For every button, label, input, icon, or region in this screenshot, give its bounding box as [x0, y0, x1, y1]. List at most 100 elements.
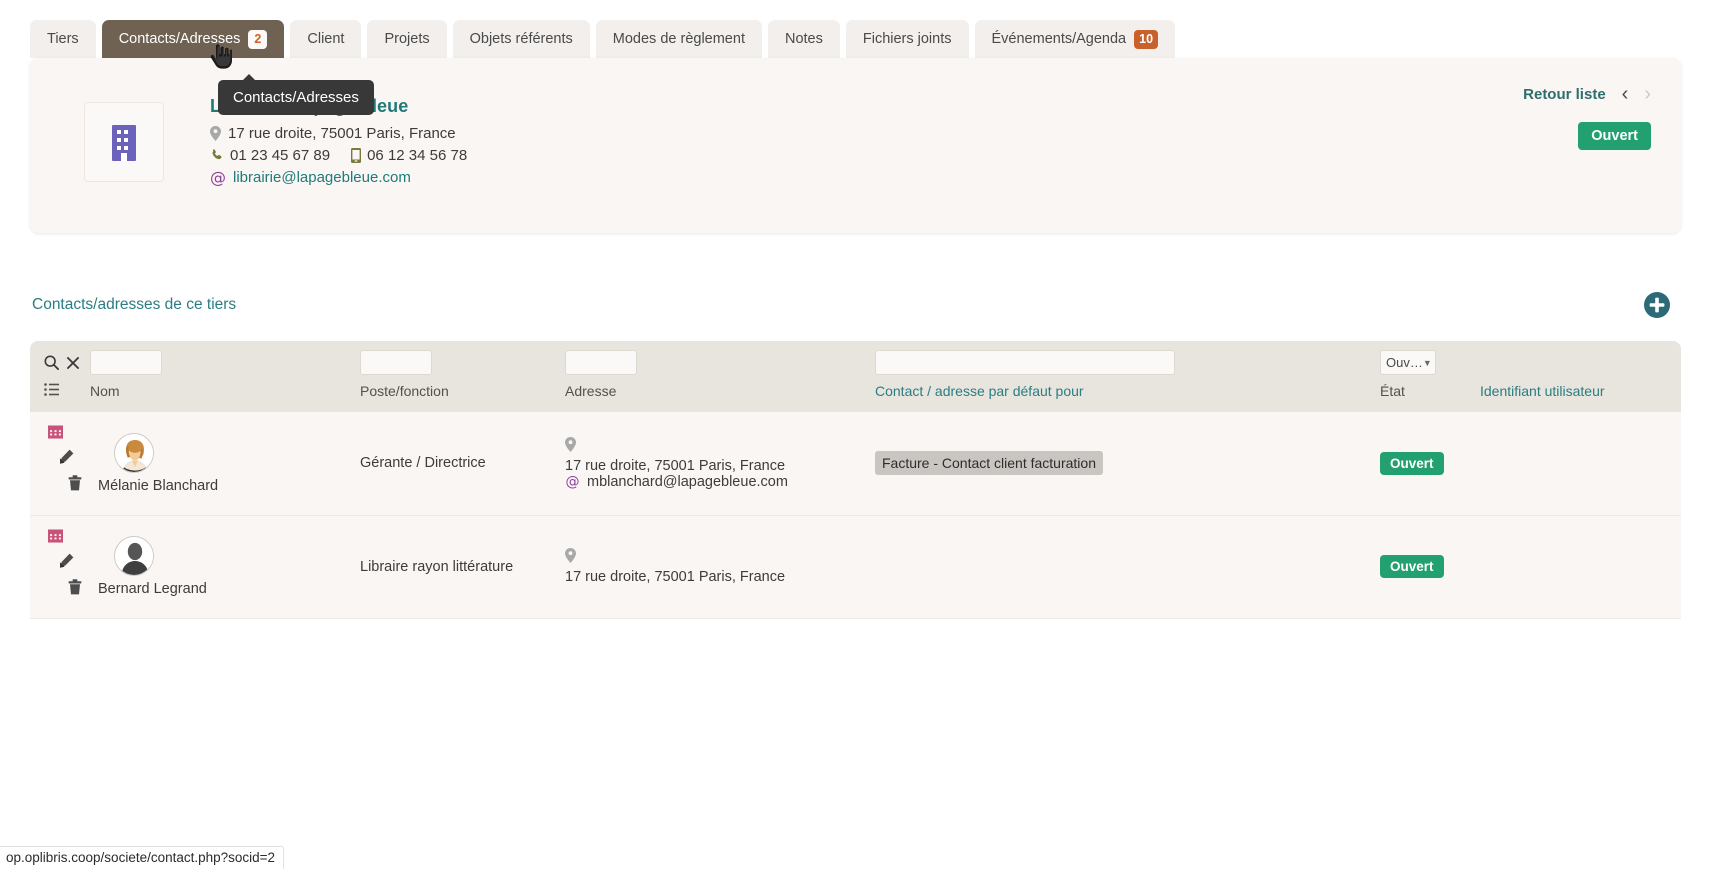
edit-icon[interactable] — [48, 553, 90, 573]
company-address: 17 rue droite, 75001 Paris, France — [228, 125, 456, 142]
contact-poste: Gérante / Directrice — [360, 412, 565, 516]
calendar-icon[interactable] — [48, 527, 90, 547]
filter-adresse-cell — [565, 341, 875, 383]
filter-etat-value: Ouv… — [1386, 355, 1423, 370]
clear-filter-icon[interactable] — [67, 356, 79, 369]
filter-nom-input[interactable] — [90, 350, 162, 375]
tab-projets[interactable]: Projets — [367, 20, 447, 58]
address-pin-row — [565, 548, 875, 567]
contact-address: 17 rue droite, 75001 Paris, France — [565, 457, 786, 474]
tab-modes-de-reglement[interactable]: Modes de règlement — [595, 20, 762, 58]
column-header-contact-defaut[interactable]: Contact / adresse par défaut pour — [875, 383, 1380, 412]
phone-icon — [212, 149, 222, 160]
tab-label: Événements/Agenda — [991, 31, 1127, 47]
svg-text:@: @ — [210, 170, 226, 186]
filter-etat-select[interactable]: Ouv… ▼ — [1380, 350, 1436, 375]
tab-objets-referents[interactable]: Objets référents — [452, 20, 590, 58]
column-header-poste[interactable]: Poste/fonction — [360, 383, 565, 412]
tab-client[interactable]: Client — [290, 20, 362, 58]
avatar — [114, 536, 154, 576]
search-actions-cell — [30, 341, 90, 383]
contact-name[interactable]: Mélanie Blanchard — [98, 478, 218, 494]
tab-fichiers-joints[interactable]: Fichiers joints — [845, 20, 969, 58]
contact-name-cell: Mélanie Blanchard — [90, 412, 360, 516]
calendar-icon[interactable] — [48, 424, 90, 443]
delete-icon[interactable] — [48, 578, 90, 599]
delete-icon[interactable] — [48, 475, 90, 495]
contact-name-cell: Bernard Legrand — [90, 515, 360, 619]
contact-name[interactable]: Bernard Legrand — [98, 581, 207, 597]
tab-notes[interactable]: Notes — [767, 20, 840, 58]
tab-label: Notes — [784, 31, 823, 47]
svg-text:@: @ — [565, 474, 579, 489]
status-badge: Ouvert — [1578, 122, 1651, 150]
filter-ident-cell — [1480, 341, 1681, 383]
avatar — [114, 432, 154, 473]
at-sign-icon: @ — [565, 474, 579, 489]
default-for-tag: Facture - Contact client facturation — [875, 451, 1103, 476]
map-pin-icon — [565, 436, 576, 452]
row-actions-cell — [30, 412, 90, 516]
contact-default-for-cell — [875, 515, 1380, 619]
contact-address-cell: 17 rue droite, 75001 Paris, France @ mbl… — [565, 412, 875, 516]
company-address-line: 17 rue droite, 75001 Paris, France — [210, 125, 467, 142]
column-header-nom[interactable]: Nom — [90, 383, 360, 412]
status-bar-url: op.oplibris.coop/societe/contact.php?soc… — [0, 846, 285, 869]
banner-actions: Retour liste ‹ › Ouvert — [1523, 84, 1651, 150]
tab-evenements-agenda[interactable]: Événements/Agenda 10 — [974, 20, 1176, 58]
status-badge: Ouvert — [1380, 555, 1444, 578]
tab-label: Tiers — [47, 31, 79, 47]
tab-label: Client — [307, 31, 345, 47]
filter-adresse-input[interactable] — [565, 350, 637, 375]
tab-label: Projets — [384, 31, 430, 47]
filter-nom-cell — [90, 341, 360, 383]
column-header-adresse[interactable]: Adresse — [565, 383, 875, 412]
contact-etat-cell: Ouvert — [1380, 515, 1480, 619]
map-pin-icon — [210, 126, 221, 141]
tab-tiers[interactable]: Tiers — [30, 20, 96, 58]
company-phone: 01 23 45 67 89 — [230, 147, 331, 164]
back-to-list-link[interactable]: Retour liste — [1523, 86, 1606, 103]
company-phone-line: 01 23 45 67 89 06 12 34 56 78 — [210, 147, 467, 164]
contact-address-cell: 17 rue droite, 75001 Paris, France — [565, 515, 875, 619]
filter-defaut-cell — [875, 341, 1380, 383]
building-icon — [112, 125, 136, 161]
chevron-right-icon: › — [1644, 83, 1651, 105]
tab-contacts-adresses[interactable]: Contacts/Adresses 2 — [101, 20, 285, 58]
contact-email[interactable]: mblanchard@lapagebleue.com — [587, 474, 788, 490]
mobile-phone-icon — [351, 148, 362, 163]
table-filter-row: Ouv… ▼ — [30, 341, 1681, 383]
company-email-line: @ librairie@lapagebleue.com — [210, 169, 467, 186]
contacts-table-wrapper: Ouv… ▼ Nom Poste/fonction Adresse Contac… — [30, 341, 1681, 619]
edit-icon[interactable] — [48, 449, 90, 469]
company-logo-box — [84, 102, 164, 182]
mobile-group: 06 12 34 56 78 — [351, 147, 467, 164]
tab-badge-count: 2 — [248, 29, 268, 49]
search-icon[interactable] — [44, 355, 59, 370]
table-row[interactable]: Mélanie Blanchard Gérante / Directrice 1… — [30, 412, 1681, 516]
navigation-row: Retour liste ‹ › — [1523, 84, 1651, 104]
contact-identifiant — [1480, 515, 1681, 619]
filter-defaut-input[interactable] — [875, 350, 1175, 375]
contact-identifiant — [1480, 412, 1681, 516]
tab-label: Modes de règlement — [612, 31, 745, 47]
chevron-left-icon[interactable]: ‹ — [1622, 84, 1629, 104]
contact-etat-cell: Ouvert — [1380, 412, 1480, 516]
column-header-identifiant[interactable]: Identifiant utilisateur — [1480, 383, 1681, 412]
chevron-down-icon: ▼ — [1422, 357, 1432, 368]
tab-tooltip: Contacts/Adresses — [218, 74, 374, 115]
column-header-etat[interactable]: État — [1380, 383, 1480, 412]
filter-etat-cell: Ouv… ▼ — [1380, 341, 1480, 383]
tab-label: Objets référents — [469, 31, 573, 47]
section-title[interactable]: Contacts/adresses de ce tiers — [32, 296, 236, 314]
table-row[interactable]: Bernard Legrand Libraire rayon littératu… — [30, 515, 1681, 619]
add-contact-button[interactable] — [1643, 291, 1671, 319]
address-pin-row — [565, 436, 875, 456]
filter-poste-input[interactable] — [360, 350, 432, 375]
status-badge: Ouvert — [1380, 451, 1444, 475]
company-email[interactable]: librairie@lapagebleue.com — [233, 169, 411, 186]
contacts-table: Ouv… ▼ Nom Poste/fonction Adresse Contac… — [30, 341, 1681, 619]
tab-bar: Tiers Contacts/Adresses 2 Client Projets… — [0, 0, 1711, 58]
at-sign-icon: @ — [210, 170, 226, 186]
list-options-icon[interactable] — [44, 383, 59, 396]
